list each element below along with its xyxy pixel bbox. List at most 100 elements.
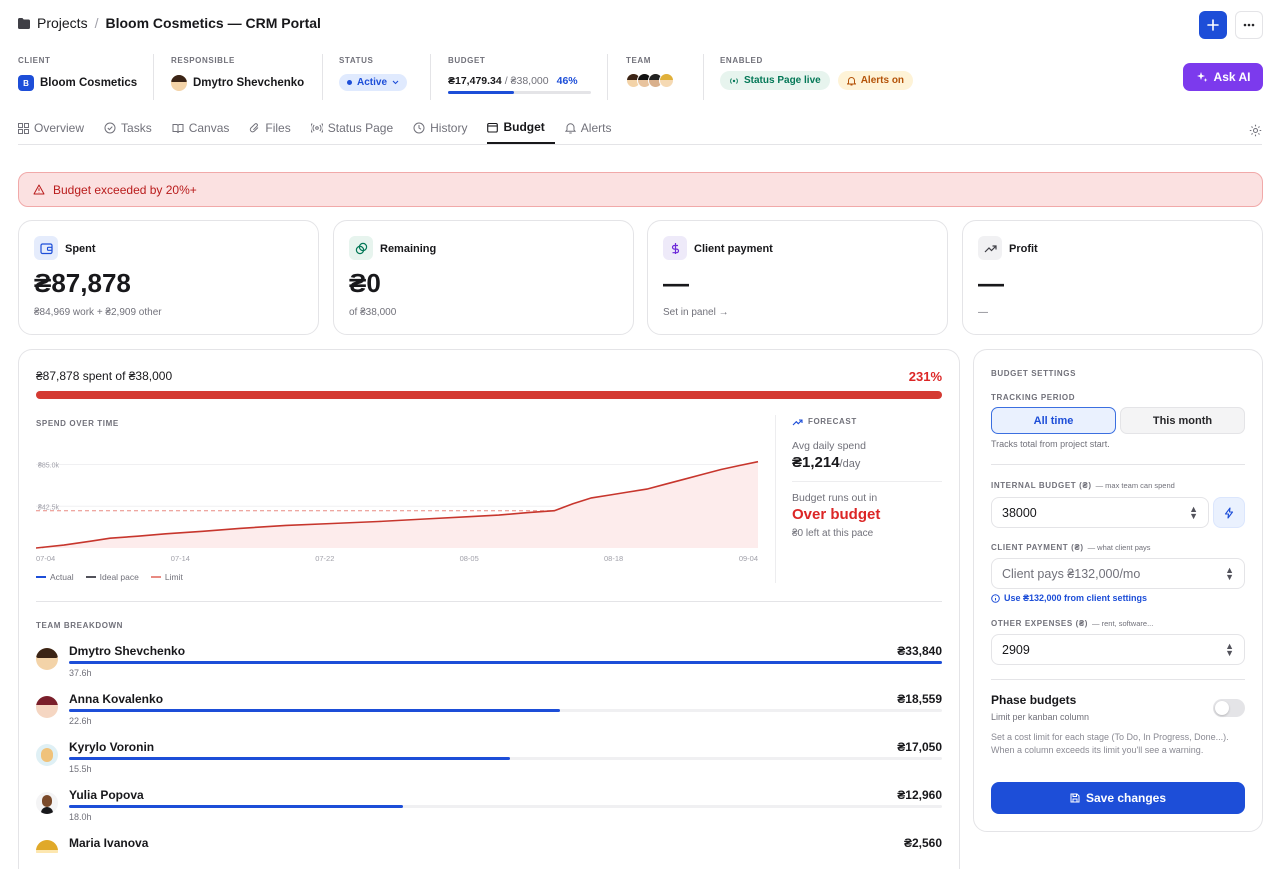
ask-ai-label: Ask AI (1213, 70, 1251, 84)
team-member-row[interactable]: Anna Kovalenko ₴18,559 22.6h (36, 692, 942, 736)
more-options-button[interactable] (1235, 11, 1263, 39)
avatar (171, 75, 187, 91)
team-member-row[interactable]: Dmytro Shevchenko ₴33,840 37.6h (36, 644, 942, 688)
responsible-name[interactable]: Dmytro Shevchenko (193, 77, 304, 89)
team-member-row[interactable]: Maria Ivanova ₴2,560 (36, 836, 942, 853)
avg-daily-value: ₴1,214 (792, 454, 840, 471)
member-name: Anna Kovalenko (69, 692, 164, 706)
wallet-icon (34, 236, 58, 260)
status-page-live-badge[interactable]: Status Page live (720, 71, 830, 90)
breadcrumb-projects-link[interactable]: Projects (37, 15, 88, 31)
client-field: CLIENT B Bloom Cosmetics (18, 56, 148, 100)
folder-icon (18, 17, 30, 29)
tab-budget[interactable]: Budget (487, 112, 555, 144)
forecast-title: FORECAST (808, 417, 857, 426)
member-amount: ₴2,560 (903, 836, 942, 850)
legend-label: Actual (50, 572, 74, 582)
client-payment-label-row: CLIENT PAYMENT (₴) — what client pays (991, 543, 1151, 552)
member-name: Maria Ivanova (69, 836, 149, 850)
check-circle-icon (104, 122, 116, 134)
budget-total: ₴38,000 (510, 75, 549, 87)
use-client-settings-link[interactable]: Use ₴132,000 from client settings (991, 593, 1147, 603)
tracking-hint: Tracks total from project start. (991, 439, 1110, 449)
tab-overview[interactable]: Overview (18, 112, 94, 144)
coins-icon (349, 236, 373, 260)
avatar (36, 744, 58, 766)
client-payment-placeholder: Client pays ₴132,000/mo (1002, 566, 1141, 581)
phase-budgets-sub: Limit per kanban column (991, 712, 1090, 722)
client-payment-value: — (663, 268, 689, 298)
client-badge: B (18, 75, 34, 91)
add-button[interactable] (1199, 11, 1227, 39)
tab-history[interactable]: History (413, 112, 477, 144)
client-payment-title: Client payment (694, 243, 773, 255)
member-share-fill (69, 709, 561, 712)
tab-label: Budget (503, 120, 545, 134)
x-tick-label: 08-18 (604, 554, 623, 563)
responsible-field: RESPONSIBLE Dmytro Shevchenko (171, 56, 316, 100)
team-member-row[interactable]: Yulia Popova ₴12,960 18.0h (36, 788, 942, 832)
runout-sub: ₴0 left at this pace (792, 528, 874, 539)
tab-files[interactable]: Files (249, 112, 300, 144)
profit-value: — (978, 268, 1004, 298)
settings-title: BUDGET SETTINGS (991, 369, 1077, 378)
tab-canvas[interactable]: Canvas (172, 112, 240, 144)
member-amount: ₴18,559 (897, 692, 942, 706)
ask-ai-button[interactable]: Ask AI (1183, 63, 1263, 91)
client-label: CLIENT (18, 56, 51, 65)
stepper-icon[interactable]: ▲ ▼ (1225, 565, 1234, 581)
tab-bar: Overview Tasks Canvas Files Status Page … (18, 112, 1262, 145)
legend-label: Ideal pace (99, 572, 139, 582)
settings-button[interactable] (1249, 112, 1262, 144)
enabled-field: ENABLED Status Page live Alerts on (720, 56, 920, 100)
x-tick-label: 07-04 (36, 554, 55, 563)
warning-triangle-icon (33, 184, 45, 195)
member-name: Yulia Popova (69, 788, 144, 802)
remaining-title: Remaining (380, 243, 437, 255)
team-avatars[interactable] (626, 73, 706, 88)
tab-status-page[interactable]: Status Page (310, 112, 403, 144)
client-payment-sub[interactable]: Set in panel → (663, 307, 729, 318)
other-expenses-hint: — rent, software... (1092, 619, 1154, 628)
internal-budget-label-row: INTERNAL BUDGET (₴) — max team can spend (991, 481, 1175, 490)
client-payment-label: CLIENT PAYMENT (₴) (991, 543, 1084, 552)
client-name[interactable]: Bloom Cosmetics (40, 77, 137, 89)
member-share-track (69, 757, 942, 760)
spent-title: Spent (65, 243, 96, 255)
other-expenses-value: 2909 (1002, 642, 1030, 657)
budget-progress-fill (448, 91, 514, 94)
tab-label: Canvas (188, 121, 230, 135)
other-expenses-label: OTHER EXPENSES (₴) (991, 619, 1089, 628)
budget-separator: / (504, 75, 508, 87)
status-dropdown[interactable]: Active (339, 74, 408, 91)
internal-budget-input[interactable]: 38000 ▲ ▼ (991, 497, 1209, 528)
phase-budgets-toggle[interactable] (1213, 699, 1245, 717)
stepper-icon[interactable]: ▲ ▼ (1189, 504, 1198, 520)
stepper-icon[interactable]: ▲ ▼ (1225, 641, 1234, 657)
spent-progress-track (36, 391, 942, 399)
other-expenses-input[interactable]: 2909 ▲ ▼ (991, 634, 1245, 665)
save-changes-button[interactable]: Save changes (991, 782, 1245, 814)
auto-budget-button[interactable] (1213, 497, 1245, 528)
enabled-label: ENABLED (720, 56, 763, 65)
avatar (659, 73, 674, 88)
spent-breakdown: ₴84,969 work + ₴2,909 other (34, 307, 162, 318)
tab-tasks[interactable]: Tasks (104, 112, 162, 144)
spend-chart: ₴85.0k ₴42.5k 07-04 07-14 07-22 08-05 08-18 09-… (36, 460, 759, 563)
use-client-settings-text: Use ₴132,000 from client settings (1004, 593, 1148, 603)
member-hours: 15.5h (69, 764, 92, 774)
tab-label: Status Page (327, 121, 394, 135)
client-payment-input[interactable]: Client pays ₴132,000/mo ▲ ▼ (991, 558, 1245, 589)
legend-ideal-pace: Ideal pace (85, 572, 139, 582)
bell-icon (846, 76, 856, 85)
x-tick-label: 07-22 (315, 554, 334, 563)
member-amount: ₴12,960 (897, 788, 942, 802)
tab-alerts[interactable]: Alerts (564, 112, 622, 144)
alerts-on-badge[interactable]: Alerts on (837, 71, 914, 90)
spent-percent: 231% (908, 369, 942, 384)
team-member-row[interactable]: Kyrylo Voronin ₴17,050 15.5h (36, 740, 942, 784)
period-this-month-button[interactable]: This month (1120, 407, 1245, 434)
period-all-time-button[interactable]: All time (991, 407, 1116, 434)
budget-percent: 46% (556, 75, 578, 87)
remaining-sub: of ₴38,000 (349, 307, 397, 318)
